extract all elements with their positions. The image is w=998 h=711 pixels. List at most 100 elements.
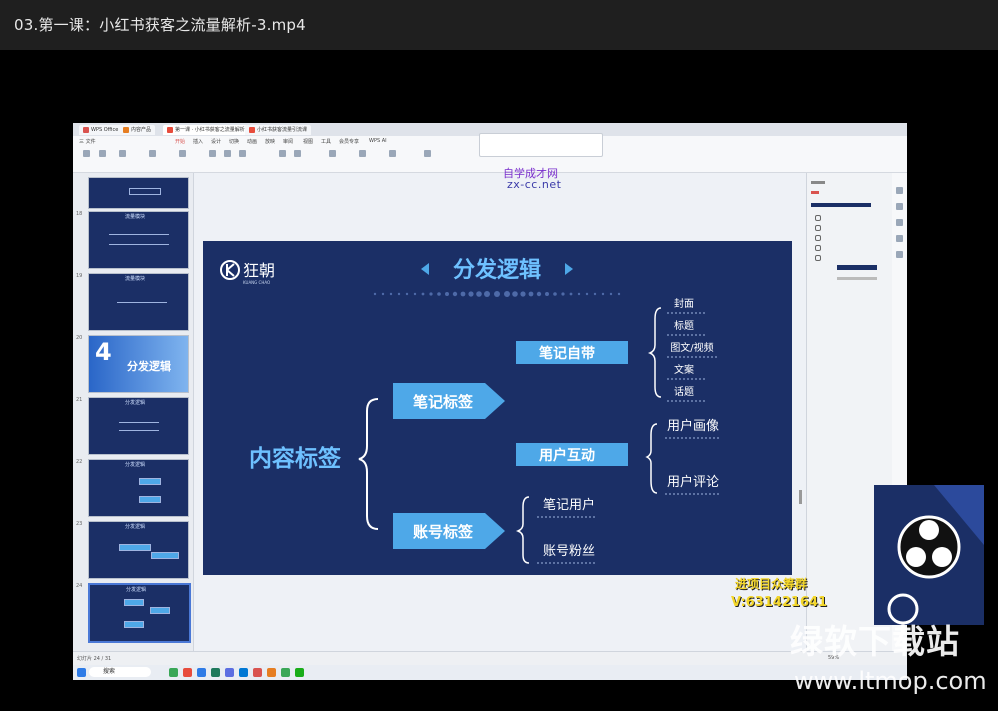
transparency-slider[interactable] (837, 277, 877, 280)
slide-number: 22 (76, 459, 83, 465)
panel-tab[interactable] (811, 191, 819, 194)
wps-icon[interactable] (253, 668, 262, 677)
root-node: 内容标签 (249, 445, 342, 472)
settings-icon[interactable] (896, 251, 903, 258)
thumb-line (117, 302, 167, 303)
app-icon[interactable] (211, 668, 220, 677)
menu-slideshow[interactable]: 放映 (265, 138, 275, 145)
leaf-title: 标题 (674, 320, 694, 332)
promo-wechat-id: V:631421641 (731, 595, 828, 610)
slide-thumbnail[interactable] (88, 177, 189, 209)
radio-option[interactable] (815, 245, 821, 251)
radio-option[interactable] (815, 215, 821, 221)
italic-icon[interactable] (224, 150, 231, 157)
find-icon[interactable] (424, 150, 431, 157)
slide-thumbnail[interactable]: 流量模块 (88, 273, 189, 331)
align-left-icon[interactable] (279, 150, 286, 157)
menu-transition[interactable]: 切换 (229, 138, 239, 145)
thumb-box (150, 607, 170, 614)
arrange-icon[interactable] (389, 150, 396, 157)
tab-wps-home[interactable]: WPS Office (79, 125, 123, 135)
layout-icon[interactable] (179, 150, 186, 157)
logo-text: 狂朝 (243, 261, 275, 280)
edge-icon[interactable] (197, 668, 206, 677)
menu-tools[interactable]: 工具 (321, 138, 331, 145)
properties-icon[interactable] (896, 187, 903, 194)
slide-number: 23 (76, 521, 83, 527)
branch-account-tag: 账号标签 (413, 523, 474, 541)
app-icon[interactable] (295, 668, 304, 677)
bold-icon[interactable] (209, 150, 216, 157)
leaf-user-portrait: 用户画像 (667, 418, 719, 434)
menu-view[interactable]: 视图 (303, 138, 313, 145)
main-slide[interactable]: 狂朝 KUANG CHAO 分发逻辑 内容标签 笔记标签 账号标签 笔记自带 用… (203, 241, 792, 575)
taskbar: 搜索 (73, 665, 907, 680)
slide-thumbnail[interactable]: 4 分发逻辑 (88, 335, 189, 393)
radio-option[interactable] (815, 235, 821, 241)
leaf-cover: 封面 (674, 297, 694, 310)
thumb-big-number: 4 (95, 338, 112, 366)
cut-icon[interactable] (99, 150, 106, 157)
taskbar-search[interactable]: 搜索 (89, 667, 151, 677)
leaf-user-comments: 用户评论 (667, 474, 719, 490)
leaf-account-fans: 账号粉丝 (543, 544, 595, 559)
menu-home[interactable]: 开始 (175, 138, 185, 145)
tab-content[interactable]: 内容产品 (119, 125, 156, 135)
shape-icon[interactable] (359, 150, 366, 157)
camera-overlay (874, 485, 984, 625)
slide-thumbnail[interactable]: 流量模块 (88, 211, 189, 269)
menu-wps-ai[interactable]: WPS AI (369, 138, 387, 144)
paste-icon[interactable] (83, 150, 90, 157)
slide-thumbnail[interactable]: 分发逻辑 (88, 397, 189, 455)
menu-design[interactable]: 设计 (211, 138, 221, 145)
thumb-title: 分发逻辑 (125, 524, 146, 530)
app-icon[interactable] (267, 668, 276, 677)
tab-lesson[interactable]: 第一课 · 小红书获客之流量解析 (163, 125, 249, 135)
slide-number: 18 (76, 211, 83, 217)
tab-label: WPS Office (91, 127, 119, 133)
align-center-icon[interactable] (294, 150, 301, 157)
thumb-line (109, 244, 169, 245)
logo-mark (226, 263, 235, 277)
menu-insert[interactable]: 插入 (193, 138, 203, 145)
menu-review[interactable]: 审阅 (283, 138, 293, 145)
slide-thumbnail[interactable]: 分发逻辑 (88, 521, 189, 579)
app-icon[interactable] (169, 668, 178, 677)
underline-icon[interactable] (239, 150, 246, 157)
mail-icon[interactable] (239, 668, 248, 677)
interaction-brace (645, 423, 658, 494)
root-brace (358, 398, 379, 530)
tab-label: 第一课 · 小红书获客之流量解析 (175, 127, 245, 133)
tab-label: 小红书获客流量引流课 (257, 127, 308, 133)
new-slide-icon[interactable] (149, 150, 156, 157)
color-picker[interactable] (837, 265, 877, 270)
layers-icon[interactable] (896, 235, 903, 242)
wechat-icon[interactable] (281, 668, 290, 677)
textbox-icon[interactable] (329, 150, 336, 157)
menu-file[interactable]: 三 文件 (79, 138, 96, 145)
sub-note-builtin: 笔记自带 (539, 345, 595, 362)
tab-course[interactable]: 小红书获客流量引流课 (245, 125, 312, 135)
slide-thumbnail[interactable]: 分发逻辑 (88, 459, 189, 517)
thumb-box (124, 599, 144, 606)
radio-option[interactable] (815, 255, 821, 261)
logo-subtext: KUANG CHAO (243, 280, 270, 285)
format-icon[interactable] (896, 219, 903, 226)
menu-animation[interactable]: 动画 (247, 138, 257, 145)
app-icon[interactable] (225, 668, 234, 677)
editor-scrollbar[interactable] (799, 490, 802, 504)
fill-color-swatch[interactable] (811, 203, 871, 207)
slide-thumbnail-selected[interactable]: 分发逻辑 (88, 583, 191, 643)
radio-option[interactable] (815, 225, 821, 231)
builtin-brace (647, 307, 662, 398)
thumb-title: 分发逻辑 (125, 400, 146, 406)
thumb-title: 流量模块 (125, 276, 146, 282)
thumb-title: 分发逻辑 (127, 360, 171, 373)
menu-member[interactable]: 会员专享 (339, 138, 359, 145)
windows-start-icon[interactable] (77, 668, 86, 677)
animation-icon[interactable] (896, 203, 903, 210)
format-painter-icon[interactable] (119, 150, 126, 157)
browser-icon[interactable] (183, 668, 192, 677)
slide-number: 21 (76, 397, 83, 403)
ribbon-toolbar (79, 150, 431, 170)
